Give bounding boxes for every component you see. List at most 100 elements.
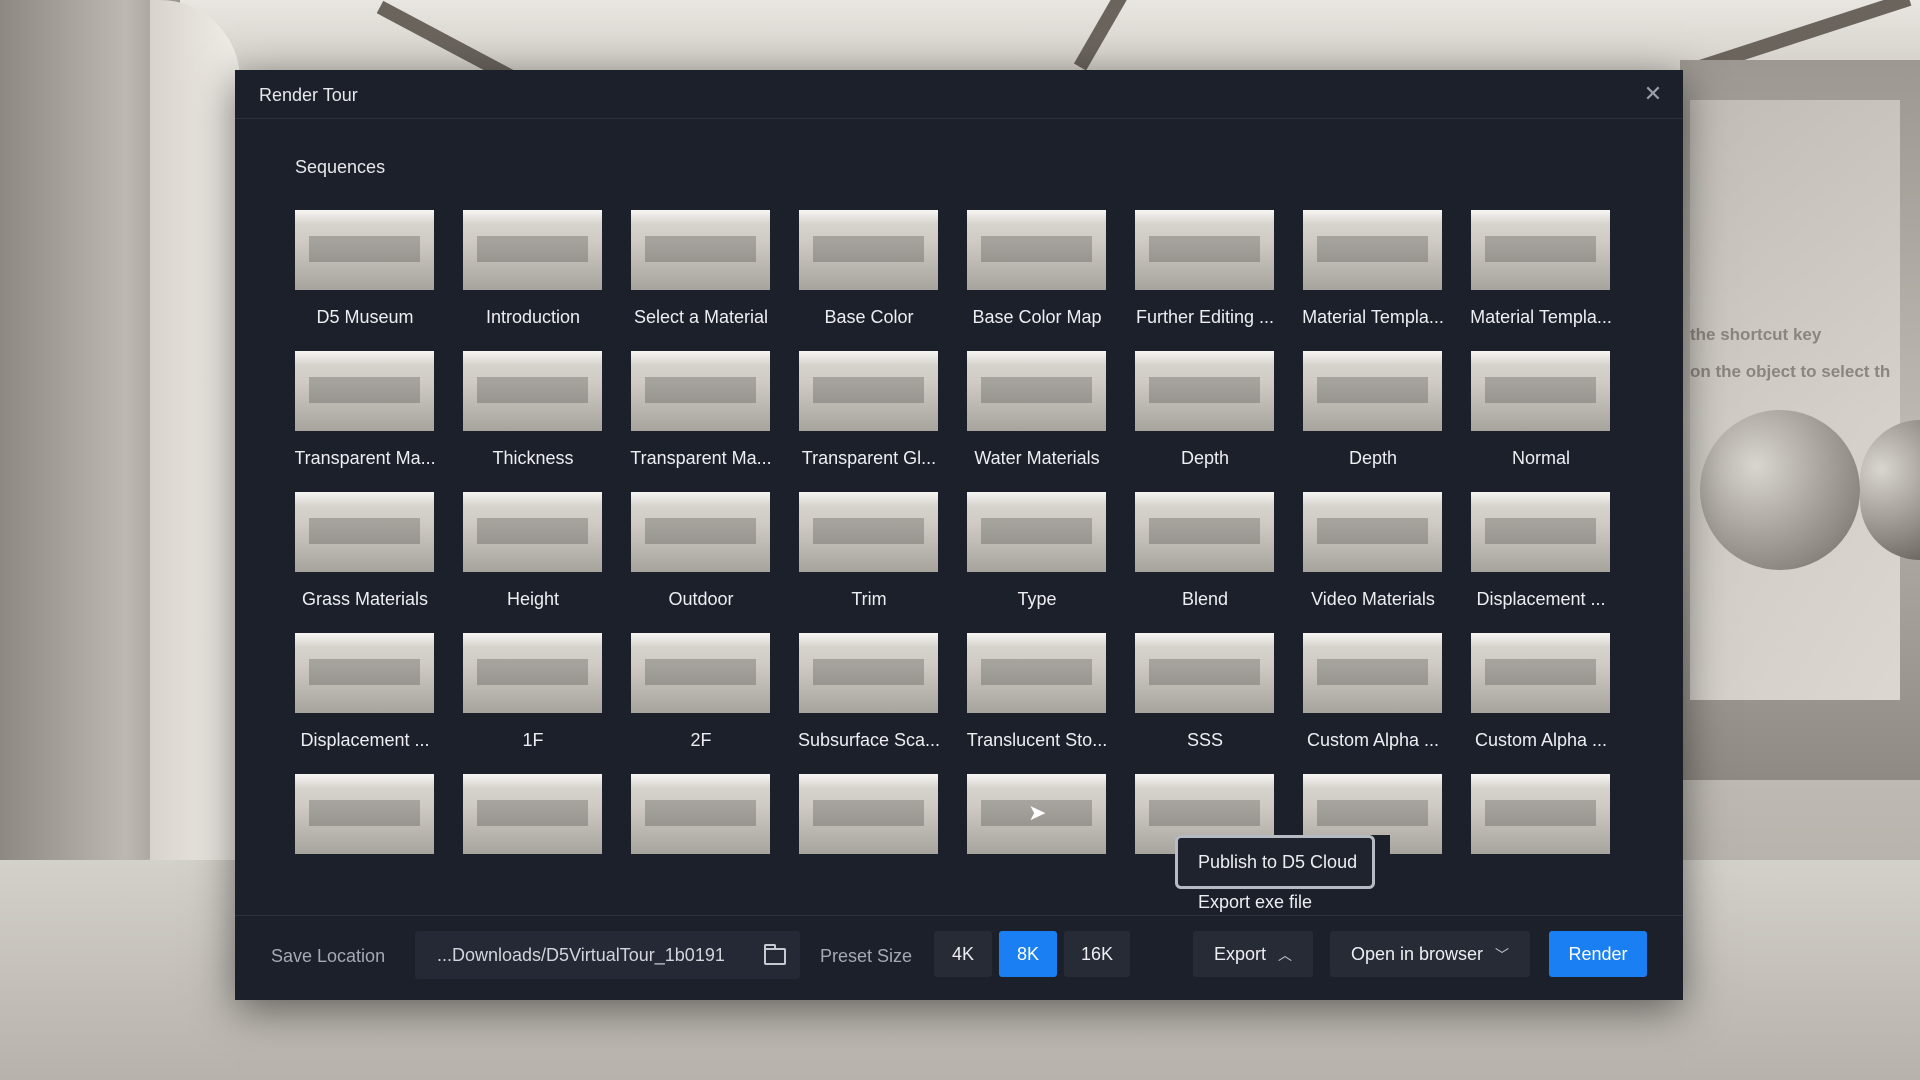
open-in-browser-button[interactable]: Open in browser ﹀ <box>1330 931 1530 977</box>
sequence-label: Depth <box>1348 448 1398 468</box>
sequence-tile[interactable]: Thickness <box>463 351 602 469</box>
sequence-thumbnail <box>799 774 938 854</box>
export-menu: Publish to D5 Cloud Export exe file <box>1175 835 1390 921</box>
sequence-tile[interactable]: Outdoor <box>631 492 770 610</box>
sequence-label: Custom Alpha ... <box>1474 730 1608 750</box>
menu-item-export-exe[interactable]: Export exe file <box>1180 887 1312 917</box>
sequence-tile[interactable]: Trim <box>799 492 938 610</box>
sequence-label: 2F <box>690 730 712 750</box>
menu-item-publish-d5-cloud[interactable]: Publish to D5 Cloud <box>1175 835 1375 889</box>
sequence-label: Blend <box>1181 589 1229 609</box>
sequence-label: Translucent Sto... <box>966 730 1108 750</box>
close-icon[interactable]: ✕ <box>1641 82 1665 106</box>
sequence-tile[interactable]: Depth <box>1303 351 1442 469</box>
sequence-tile[interactable]: Height <box>463 492 602 610</box>
size-4k-button[interactable]: 4K <box>934 931 992 977</box>
sequence-tile[interactable]: Transparent Gl... <box>799 351 938 469</box>
sequence-label: Further Editing ... <box>1135 307 1275 327</box>
sequence-tile[interactable] <box>799 774 938 871</box>
sequence-thumbnail <box>295 210 434 290</box>
sequence-thumbnail <box>463 210 602 290</box>
sequence-label: Thickness <box>492 448 574 468</box>
sequence-tile[interactable]: Custom Alpha ... <box>1471 633 1610 751</box>
preset-size-label: Preset Size <box>820 946 913 966</box>
size-8k-button[interactable]: 8K <box>999 931 1057 977</box>
sequence-label: Outdoor <box>668 589 734 609</box>
sequence-tile[interactable]: Displacement ... <box>1471 492 1610 610</box>
sequence-label: Transparent Ma... <box>295 448 436 468</box>
sequence-tile[interactable]: Transparent Ma... <box>295 351 436 469</box>
sequence-tile[interactable]: Select a Material <box>631 210 770 328</box>
size-16k-button[interactable]: 16K <box>1064 931 1130 977</box>
sequence-tile[interactable]: Further Editing ... <box>1135 210 1274 328</box>
sequence-label: Custom Alpha ... <box>1306 730 1440 750</box>
sequence-thumbnail <box>799 492 938 572</box>
sequence-thumbnail <box>463 492 602 572</box>
sequence-thumbnail <box>295 492 434 572</box>
sequence-tile[interactable]: Video Materials <box>1303 492 1442 610</box>
sequence-tile[interactable]: Base Color <box>799 210 938 328</box>
sequence-tile[interactable]: Blend <box>1135 492 1274 610</box>
sequence-label: Select a Material <box>633 307 769 327</box>
sequence-tile[interactable]: Normal <box>1471 351 1610 469</box>
sequence-tile[interactable] <box>1471 774 1610 871</box>
sequence-thumbnail <box>1303 210 1442 290</box>
mouse-cursor-icon: ➤ <box>1028 800 1047 825</box>
sequence-tile[interactable]: Grass Materials <box>295 492 434 610</box>
sequence-tile[interactable]: D5 Museum <box>295 210 434 328</box>
sequence-tile[interactable]: Material Templa... <box>1302 210 1444 328</box>
sequence-tile[interactable]: SSS <box>1135 633 1274 751</box>
dialog-title: Render Tour <box>259 85 358 105</box>
sequence-tile[interactable]: Custom Alpha ... <box>1303 633 1442 751</box>
sequence-thumbnail <box>631 774 770 854</box>
sequence-label: Introduction <box>485 307 581 327</box>
sequence-thumbnail <box>295 351 434 431</box>
sequence-thumbnail <box>967 492 1106 572</box>
sequence-label: Grass Materials <box>301 589 429 609</box>
sequence-tile[interactable]: Introduction <box>463 210 602 328</box>
sequence-thumbnail <box>631 492 770 572</box>
sequence-tile[interactable]: Transparent Ma... <box>630 351 772 469</box>
sequence-label: Subsurface Sca... <box>797 730 941 750</box>
sequence-label: Transparent Gl... <box>801 448 937 468</box>
sequence-thumbnail <box>1303 492 1442 572</box>
export-button[interactable]: Export ︿ <box>1193 931 1313 977</box>
sequence-tile[interactable] <box>631 774 770 871</box>
sequence-tile[interactable]: Material Templa... <box>1470 210 1612 328</box>
sequence-thumbnail <box>1135 492 1274 572</box>
sequence-thumbnail <box>295 774 434 854</box>
sequence-tile[interactable] <box>295 774 434 871</box>
sequence-thumbnail <box>799 633 938 713</box>
sequence-tile[interactable]: Subsurface Sca... <box>798 633 940 751</box>
sequence-tile[interactable]: 2F <box>631 633 770 751</box>
sequence-thumbnail <box>967 633 1106 713</box>
save-location-field[interactable]: ...Downloads/D5VirtualTour_1b0191 <box>415 931 800 979</box>
sequence-thumbnail <box>631 210 770 290</box>
sequence-thumbnail <box>631 633 770 713</box>
sequence-thumbnail <box>1471 351 1610 431</box>
sequences-heading: Sequences <box>295 157 386 177</box>
sequence-tile[interactable]: Translucent Sto... <box>967 633 1107 751</box>
sequence-tile[interactable]: Displacement ... <box>295 633 434 751</box>
sequence-label: Height <box>506 589 560 609</box>
sequence-label: 1F <box>522 730 544 750</box>
render-button[interactable]: Render <box>1549 931 1647 977</box>
sequence-thumbnail <box>631 351 770 431</box>
sequence-tile[interactable]: 1F <box>463 633 602 751</box>
sequence-label: Depth <box>1180 448 1230 468</box>
folder-icon[interactable] <box>764 944 786 965</box>
sequence-thumbnail <box>1135 633 1274 713</box>
sequence-label: Displacement ... <box>300 730 430 750</box>
sequence-label: Normal <box>1511 448 1570 468</box>
sequence-tile[interactable]: Base Color Map <box>967 210 1106 328</box>
sequence-tile[interactable]: Water Materials <box>967 351 1106 469</box>
chevron-up-icon: ︿ <box>1278 947 1293 963</box>
sequence-thumbnail <box>1471 210 1610 290</box>
background-text: on the object to select th <box>1690 362 1891 381</box>
sequence-label: Water Materials <box>974 448 1100 468</box>
sequence-tile[interactable]: Depth <box>1135 351 1274 469</box>
sequence-tile[interactable]: Type <box>967 492 1106 610</box>
sequence-label: Base Color Map <box>972 307 1102 327</box>
sequence-tile[interactable] <box>463 774 602 871</box>
sequence-thumbnail <box>1471 774 1610 854</box>
